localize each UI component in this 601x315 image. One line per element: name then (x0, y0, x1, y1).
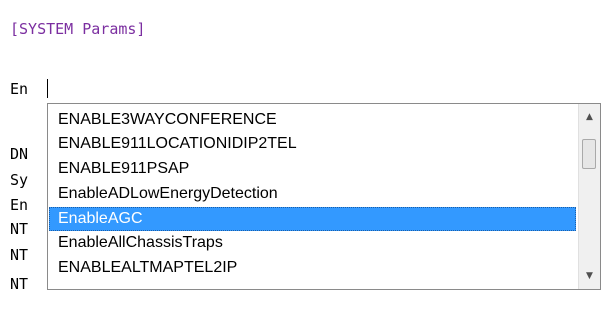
scrollbar-thumb[interactable] (582, 139, 596, 169)
scroll-down-arrow-icon[interactable]: ▼ (579, 265, 600, 287)
autocomplete-popup: ENABLE3WAYCONFERENCE ENABLE911LOCATIONID… (47, 103, 601, 290)
current-input-line[interactable]: En (10, 80, 28, 98)
editor-line-prefix: NT (10, 275, 29, 293)
editor-line-prefix: DN (10, 145, 29, 163)
autocomplete-item[interactable]: ENABLE3WAYCONFERENCE (49, 108, 576, 132)
editor-line-prefix: NT (10, 220, 29, 238)
text-caret (47, 79, 48, 98)
autocomplete-item[interactable]: ENABLEALTMAPTEL2IP (49, 256, 576, 280)
editor-line-prefix: En (10, 196, 29, 214)
text-editor[interactable]: [SYSTEM Params] En DN Sy En NT NT NT ENA… (0, 0, 601, 315)
autocomplete-item[interactable]: EnableADLowEnergyDetection (49, 182, 576, 206)
editor-line-prefix: Sy (10, 171, 29, 189)
autocomplete-list: ENABLE3WAYCONFERENCE ENABLE911LOCATIONID… (48, 104, 578, 289)
scroll-up-arrow-icon[interactable]: ▲ (579, 106, 600, 128)
autocomplete-item[interactable]: ENABLE911LOCATIONIDIP2TEL (49, 132, 576, 156)
autocomplete-item[interactable]: ENABLE911PSAP (49, 157, 576, 181)
section-header-line: [SYSTEM Params] (10, 20, 146, 38)
editor-line-prefix: NT (10, 246, 29, 264)
autocomplete-item[interactable]: EnableAllChassisTraps (49, 231, 576, 255)
vertical-scrollbar[interactable]: ▲ ▼ (578, 104, 600, 289)
autocomplete-item-selected[interactable]: EnableAGC (49, 207, 576, 231)
